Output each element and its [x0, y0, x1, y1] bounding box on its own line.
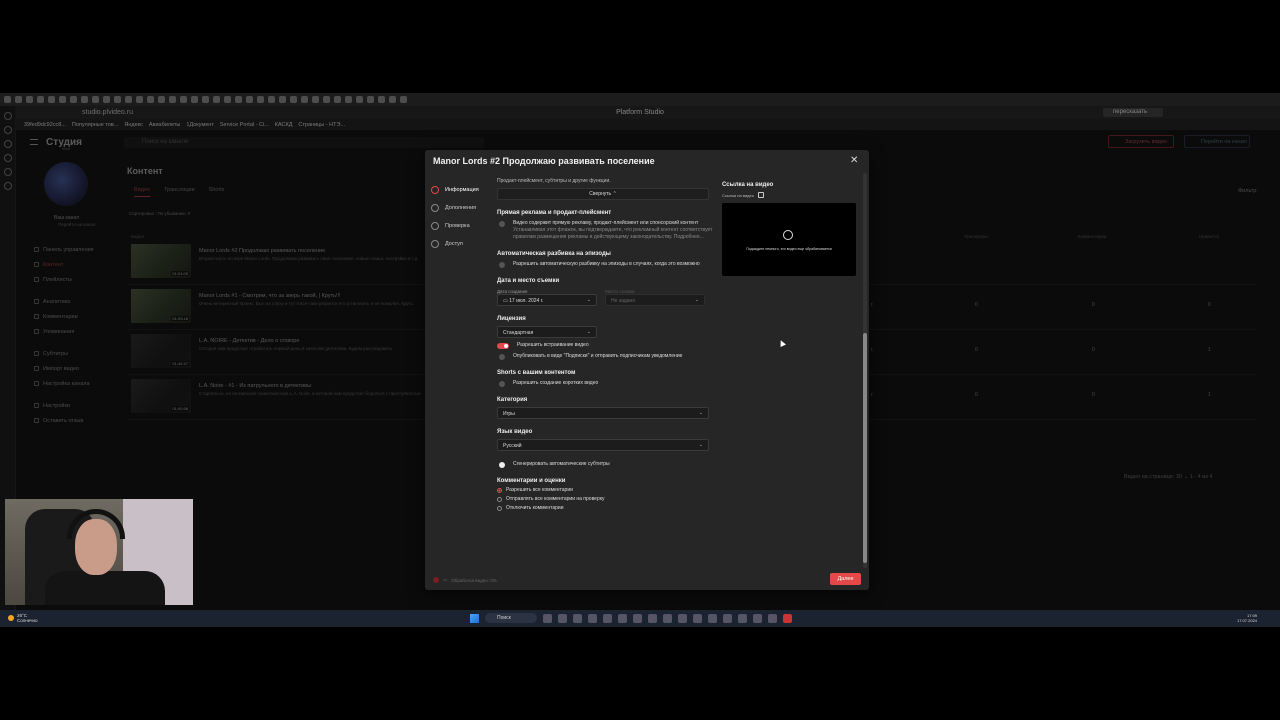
taskbar-app-icon[interactable]	[708, 613, 717, 623]
episodes-checkbox[interactable]: Разрешить автоматическую разбивку на эпи…	[497, 261, 713, 268]
date-heading: Дата и место съемки	[497, 278, 560, 284]
language-select[interactable]: Русский ⌄	[497, 439, 709, 451]
step-circle-icon	[431, 240, 439, 248]
status-icon	[433, 577, 439, 583]
chevron-down-icon: ⌄	[586, 297, 591, 303]
episodes-heading: Автоматическая разбивка на эпизоды	[497, 251, 611, 257]
taskbar-app-icon[interactable]	[678, 613, 687, 623]
taskbar-app-icon[interactable]	[618, 613, 627, 623]
sun-icon	[8, 615, 14, 621]
chevron-down-icon: ⌄	[586, 329, 591, 335]
webcam-overlay	[5, 499, 193, 605]
radio-icon[interactable]	[497, 505, 502, 511]
scrollbar-thumb[interactable]	[863, 333, 867, 563]
loading-spinner-icon	[783, 230, 793, 240]
subscriptions-checkbox[interactable]: Опубликовать в виде "Подписки" и отправи…	[497, 353, 713, 360]
language-heading: Язык видео	[497, 429, 533, 435]
license-heading: Лицензия	[497, 316, 526, 322]
details-form: Продакт-плейсмент, субтитры и другие фун…	[497, 178, 713, 566]
system-clock[interactable]: 17:09 17.07.2024	[1237, 613, 1257, 623]
shorts-heading: Shorts с вашим контентом	[497, 370, 576, 376]
next-button[interactable]: Далее	[830, 573, 861, 585]
comments-heading: Комментарии и оценки	[497, 478, 566, 484]
taskbar-app-icon[interactable]	[693, 613, 702, 623]
ads-checkbox[interactable]: Видео содержит прямую рекламу, продакт-п…	[497, 220, 713, 241]
checkbox-icon[interactable]	[499, 221, 505, 227]
taskbar-app-icon[interactable]	[663, 613, 672, 623]
comments-option-allow[interactable]: Разрешить все комментарии	[497, 487, 713, 493]
taskbar-app-icon[interactable]	[738, 613, 747, 623]
section-note: Продакт-плейсмент, субтитры и другие фун…	[497, 178, 611, 184]
step-circle-icon	[431, 204, 439, 212]
copy-icon[interactable]	[757, 192, 764, 198]
radio-icon[interactable]	[497, 496, 502, 502]
wizard-steps: Информация Дополнения Проверка Доступ	[431, 181, 479, 253]
video-details-dialog: Manor Lords #2 Продолжаю развивать посел…	[425, 150, 869, 590]
weather-widget[interactable]: 26°C Солнечно	[8, 613, 37, 623]
taskbar-app-icon[interactable]	[633, 613, 642, 623]
taskbar-app-icon[interactable]	[723, 613, 732, 623]
taskbar-app-icon[interactable]	[768, 613, 777, 623]
taskbar-app-icon[interactable]	[543, 613, 552, 623]
chevron-down-icon: ⌄	[698, 442, 703, 448]
taskbar-search-input[interactable]: Поиск	[485, 613, 537, 623]
processing-status: Обработка видео: 0%	[451, 577, 497, 583]
embed-toggle[interactable]: Разрешить встраивание видео	[497, 342, 713, 349]
dialog-scrollbar[interactable]	[863, 173, 867, 568]
place-select[interactable]: Не задано ⌄	[605, 294, 705, 306]
step-check[interactable]: Проверка	[431, 217, 479, 235]
windows-taskbar: 26°C Солнечно Поиск 17:09 17.07.2024	[0, 610, 1280, 627]
ads-heading: Прямая реклама и продакт-плейсмент	[497, 210, 612, 216]
taskbar-app-icon[interactable]	[753, 613, 762, 623]
taskbar-app-icon[interactable]	[588, 613, 597, 623]
chevron-up-icon: ⌃	[612, 191, 617, 197]
dialog-title: Manor Lords #2 Продолжаю развивать посел…	[433, 156, 655, 166]
taskbar-app-icon[interactable]	[648, 613, 657, 623]
taskbar-app-icon[interactable]	[603, 613, 612, 623]
toggle-switch[interactable]	[497, 343, 509, 349]
processing-message: Подождите немного, это видео еще обрабат…	[746, 247, 832, 251]
checkbox-icon[interactable]	[499, 462, 505, 468]
step-extras[interactable]: Дополнения	[431, 199, 479, 217]
dialog-footer: ▭ Обработка видео: 0%	[433, 577, 497, 583]
category-select[interactable]: Игры ⌄	[497, 407, 709, 419]
checkbox-icon[interactable]	[499, 354, 505, 360]
date-picker[interactable]: ▭ 17 июл. 2024 г. ⌄	[497, 294, 597, 306]
chevron-down-icon: ⌄	[694, 297, 699, 303]
checkbox-icon[interactable]	[499, 381, 505, 387]
comments-option-review[interactable]: Отправлять все комментарии на проверку	[497, 496, 713, 502]
video-link[interactable]: Ссылка на видео	[722, 192, 764, 198]
windows-start-icon[interactable]	[470, 613, 479, 623]
step-circle-icon	[431, 222, 439, 230]
auto-subtitles-checkbox[interactable]: Сгенерировать автоматические субтитры	[497, 461, 713, 468]
chevron-down-icon: ⌄	[698, 410, 703, 416]
step-info[interactable]: Информация	[431, 181, 479, 199]
license-select[interactable]: Стандартная ⌄	[497, 326, 597, 338]
step-access[interactable]: Доступ	[431, 235, 479, 253]
taskbar-app-icon[interactable]	[783, 613, 792, 623]
collapse-button[interactable]: Свернуть ⌃	[497, 188, 709, 200]
shorts-checkbox[interactable]: Разрешить создание коротких видео	[497, 380, 713, 387]
comments-option-disable[interactable]: Отключить комментарии	[497, 505, 713, 511]
step-circle-icon	[431, 186, 439, 194]
video-link-heading: Ссылка на видео	[722, 182, 774, 188]
video-preview: Подождите немного, это видео еще обрабат…	[722, 203, 856, 276]
taskbar-app-icon[interactable]	[558, 613, 567, 623]
radio-icon[interactable]	[497, 487, 502, 493]
checkbox-icon[interactable]	[499, 262, 505, 268]
taskbar-app-icon[interactable]	[573, 613, 582, 623]
close-icon[interactable]: ✕	[850, 155, 858, 166]
hd-icon: ▭	[443, 577, 448, 582]
category-heading: Категория	[497, 397, 528, 403]
